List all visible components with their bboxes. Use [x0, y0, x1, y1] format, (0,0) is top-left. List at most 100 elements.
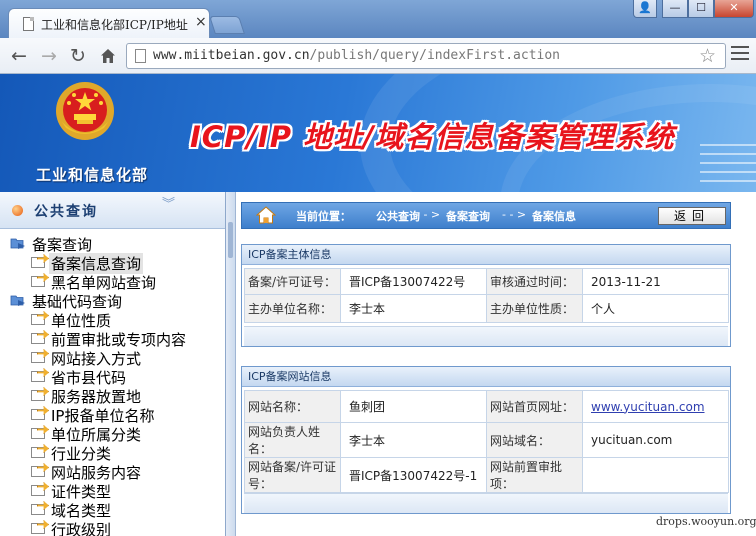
tree-item[interactable]: 单位所属分类 [0, 424, 225, 444]
tree-item[interactable]: 网站接入方式 [0, 348, 225, 368]
browser-tab[interactable]: 工业和信息化部ICP/IP地址 × [8, 8, 210, 38]
new-tab-button[interactable] [209, 16, 245, 34]
national-emblem-icon [56, 82, 114, 140]
field-value: 2013-11-21 [582, 268, 729, 295]
tree-item[interactable]: 行政级别 [0, 519, 225, 536]
tree-item-label: 前置审批或专项内容 [51, 331, 187, 349]
website-info-table: 网站名称： 鱼刺团 网站首页网址： www.yucituan.com 网站负责人姓名：李… [244, 390, 729, 493]
field-value: 个人 [582, 294, 729, 323]
page-arrow-icon [31, 466, 45, 477]
tree-item-label: 黑名单网站查询 [51, 274, 157, 292]
tree-group-label: 基础代码查询 [32, 293, 123, 311]
field-value: 晋ICP备13007422号 [340, 268, 487, 295]
tree-item[interactable]: IP报备单位名称 [0, 405, 225, 425]
folder-arrow-icon [10, 295, 25, 306]
field-label: 备案/许可证号： [244, 268, 341, 295]
tree-item[interactable]: 网站服务内容 [0, 462, 225, 482]
browser-toolbar: ← → ↻ www.miitbeian.gov.cn/publish/query… [0, 38, 756, 74]
page-icon [23, 17, 34, 31]
menu-icon[interactable] [731, 46, 749, 62]
tree-item-label: 备案信息查询 [49, 253, 144, 274]
page-arrow-icon [31, 371, 45, 382]
tree-item-label: 网站服务内容 [51, 464, 142, 482]
site-banner: 工业和信息化部 ICP/IP 地址/域名信息备案管理系统 [0, 74, 756, 192]
tree-item[interactable]: 省市县代码 [0, 367, 225, 387]
splitter-grip-icon[interactable] [228, 222, 233, 258]
breadcrumb-item-public-query[interactable]: 公共查询 [376, 208, 420, 224]
panel-splitter[interactable] [226, 192, 236, 536]
page-arrow-icon [31, 409, 45, 420]
close-window-button[interactable]: ✕ [714, 0, 754, 18]
bookmark-star-icon[interactable]: ☆ [699, 45, 716, 67]
sidebar-header: 公共查询 ︾ [0, 192, 225, 229]
close-tab-icon[interactable]: × [195, 13, 207, 31]
browser-window: 工业和信息化部ICP/IP地址 × 👤 — ☐ ✕ ← → ↻ www.miit… [0, 0, 756, 536]
tree-group[interactable]: 备案查询 [0, 234, 225, 254]
panel-footer [244, 493, 728, 513]
page-arrow-icon [31, 314, 45, 325]
tree-item-label: 行业分类 [51, 445, 112, 463]
collapse-chevron-icon[interactable]: ︾ [162, 198, 175, 211]
address-bar[interactable]: www.miitbeian.gov.cn/publish/query/index… [126, 43, 726, 69]
field-label: 网站负责人姓名： [244, 422, 341, 458]
field-label: 网站备案/许可证号： [244, 457, 341, 493]
panel-title: ICP备案网站信息 [242, 367, 730, 387]
page-arrow-icon [31, 447, 45, 458]
field-label: 网站前置审批项： [486, 457, 583, 493]
tree-group-label: 备案查询 [32, 236, 93, 254]
sidebar-title: 公共查询 [34, 204, 98, 220]
home-icon [256, 206, 276, 224]
tree-item-label: 网站接入方式 [51, 350, 142, 368]
tree-item[interactable]: 行业分类 [0, 443, 225, 463]
page-arrow-icon [31, 257, 45, 268]
breadcrumb-label: 当前位置： [296, 210, 351, 223]
forward-arrow-icon[interactable]: → [37, 44, 61, 68]
field-label: 审核通过时间： [486, 268, 583, 295]
breadcrumb: 当前位置： 公共查询 - - > 备案查询 - - > 备案信息 返回 [241, 202, 731, 229]
tree-item-label: 省市县代码 [51, 369, 127, 387]
breadcrumb-item-record-query[interactable]: 备案查询 [446, 208, 490, 224]
field-label: 主办单位性质： [486, 294, 583, 323]
tree-item[interactable]: 服务器放置地 [0, 386, 225, 406]
minimize-button[interactable]: — [662, 0, 688, 18]
website-url-link[interactable]: www.yucituan.com [591, 400, 705, 414]
page-arrow-icon [31, 276, 45, 287]
reload-icon[interactable]: ↻ [66, 44, 90, 68]
table-row: 网站负责人姓名： 李士本 网站域名： yucituan.com [244, 422, 729, 458]
tree-item[interactable]: 证件类型 [0, 481, 225, 501]
page-arrow-icon [31, 428, 45, 439]
panel-footer [244, 326, 728, 346]
folder-arrow-icon [10, 238, 25, 249]
tree-item-label: 单位所属分类 [51, 426, 142, 444]
title-bar: 工业和信息化部ICP/IP地址 × 👤 — ☐ ✕ [0, 0, 756, 38]
back-arrow-icon[interactable]: ← [7, 44, 31, 68]
tree-item[interactable]: 前置审批或专项内容 [0, 329, 225, 349]
page-icon [135, 49, 146, 63]
field-value: 李士本 [340, 422, 487, 458]
page-arrow-icon [31, 390, 45, 401]
page-arrow-icon [31, 523, 45, 534]
user-icon[interactable]: 👤 [633, 0, 657, 18]
maximize-button[interactable]: ☐ [688, 0, 714, 18]
table-row: 网站名称： 鱼刺团 网站首页网址： www.yucituan.com [244, 390, 729, 423]
home-icon[interactable] [96, 44, 120, 68]
field-value: 鱼刺团 [340, 390, 487, 423]
website-info-panel: ICP备案网站信息 网站名称： 鱼刺团 网站首页网址： www.yucituan.co… [241, 366, 731, 514]
tree-item[interactable]: 黑名单网站查询 [0, 272, 225, 292]
ministry-name: 工业和信息化部 [36, 166, 149, 184]
tree-item[interactable]: 备案信息查询 [0, 253, 225, 274]
field-label: 网站首页网址： [486, 390, 583, 423]
page-arrow-icon [31, 485, 45, 496]
table-row: 备案/许可证号： 晋ICP备13007422号 审核通过时间： 2013-11-21 [244, 268, 729, 295]
field-value: 李士本 [340, 294, 487, 323]
tree-group[interactable]: 基础代码查询 [0, 291, 225, 311]
breadcrumb-separator: - - > [416, 208, 441, 221]
tree-item-label: 行政级别 [51, 521, 112, 536]
tree-item-label: 证件类型 [51, 483, 112, 501]
table-row: 网站备案/许可证号： 晋ICP备13007422号-1 网站前置审批项： [244, 457, 729, 493]
orange-dot-icon [12, 205, 23, 216]
tree-item[interactable]: 域名类型 [0, 500, 225, 520]
tree-item[interactable]: 单位性质 [0, 310, 225, 330]
back-button[interactable]: 返回 [658, 207, 726, 225]
sidebar: 公共查询 ︾ 备案查询 备案信息查询 黑名单网站查询 基础代码查询 单位性质 前置审批或专… [0, 192, 226, 536]
